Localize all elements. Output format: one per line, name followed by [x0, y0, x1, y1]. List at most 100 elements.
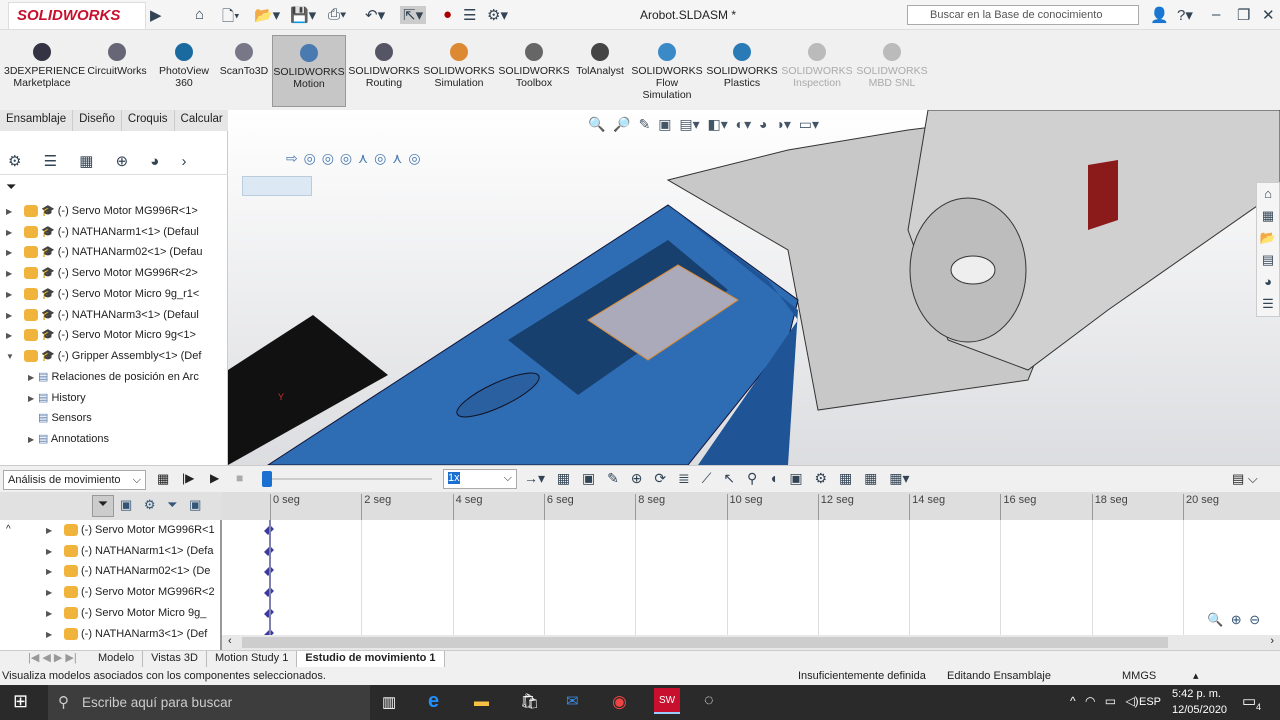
playback-slider[interactable] [262, 471, 272, 487]
ribbon-button-1[interactable]: CircuitWorks [82, 35, 152, 107]
expand-icon[interactable]: ▶ [46, 562, 56, 581]
tab-ensamblaje[interactable]: Ensamblaje [0, 110, 74, 131]
timeline[interactable]: 0 seg 2 seg 4 seg 6 seg 8 seg 10 seg 12 seg 14 … [222, 492, 1280, 650]
play-from-start-icon[interactable]: |▶ [182, 471, 194, 485]
tab-dise-o[interactable]: Diseño [73, 110, 122, 131]
rebuild-icon[interactable]: ● [443, 6, 452, 23]
open-file-icon[interactable]: 📂▾ [254, 6, 280, 24]
bottom-tab[interactable]: Modelo [90, 651, 144, 667]
units-select[interactable]: MMGS [1122, 667, 1156, 685]
ribbon-button-9[interactable]: SOLIDWORKS Flow Simulation [630, 35, 704, 107]
tree-subitem[interactable]: ▤ Sensors [0, 408, 214, 428]
store-icon[interactable]: 🛍 [520, 692, 539, 710]
language-indicator[interactable]: ESP [1139, 696, 1161, 708]
windows-start-icon[interactable]: ⊞ [13, 691, 28, 712]
ribbon-button-6[interactable]: SOLIDWORKS Simulation [422, 35, 496, 107]
knowledge-base-search[interactable]: Buscar en la Base de conocimiento [907, 5, 1139, 25]
panel-tabs[interactable]: ⚙ ☰ ▦ ⊕ ◕ › [0, 149, 228, 175]
expand-icon[interactable]: ▶ [6, 285, 16, 304]
minimize-icon[interactable]: – [1212, 6, 1220, 23]
new-file-icon[interactable]: 🗋▾ [222, 6, 240, 31]
motion-tree-item[interactable]: ▶ (-) NATHANarm02<1> (De [0, 561, 218, 581]
motion-tree-item[interactable]: ▶ (-) Servo Motor Micro 9g_ [0, 603, 218, 623]
ribbon-button-12[interactable]: SOLIDWORKS MBD SNL [855, 35, 929, 107]
tree-item[interactable]: ▶ 🎓 (-) Servo Motor MG996R<2> [0, 263, 214, 283]
ribbon-button-0[interactable]: 3DEXPERIENCE Marketplace [4, 35, 85, 107]
motion-tree-item[interactable]: ▶ (-) Servo Motor MG996R<1 [0, 520, 218, 540]
tab-scroll-arrows[interactable]: |◀ ◀ ▶ ▶| [28, 651, 77, 664]
tree-item[interactable]: ▶ 🎓 (-) Servo Motor Micro 9g<1> [0, 325, 214, 345]
solidworks-taskbar-icon[interactable]: SW [654, 688, 680, 714]
component-toolbar[interactable] [242, 176, 312, 196]
tree-subitem[interactable]: ▶ ▤ History [0, 388, 214, 408]
layout-icon[interactable]: ▤ ⌵ [1232, 471, 1258, 487]
tree-subitem[interactable]: ▶ ▤ Relaciones de posición en Arc [0, 367, 214, 387]
tree-item[interactable]: ▼ 🎓 (-) Gripper Assembly<1> (Def [0, 346, 214, 366]
tab-calcular[interactable]: Calcular [174, 110, 230, 131]
restore-icon[interactable]: ❐ [1237, 6, 1250, 24]
app-icon[interactable]: ◌ [704, 692, 714, 710]
expand-menu-icon[interactable]: ▶ [150, 6, 162, 24]
expand-icon[interactable]: ▶ [6, 264, 16, 283]
task-view-icon[interactable]: ▥ [382, 693, 396, 711]
ribbon-button-4[interactable]: SOLIDWORKS Motion [272, 35, 346, 107]
motion-tree-item[interactable]: ▶ (-) Servo Motor MG996R<2 [0, 582, 218, 602]
expand-icon[interactable]: ▼ [6, 347, 16, 366]
bottom-tab[interactable]: Vistas 3D [143, 651, 207, 667]
motion-tree-item[interactable]: ▶ (-) NATHANarm1<1> (Defa [0, 541, 218, 561]
user-icon[interactable]: 👤 [1150, 6, 1169, 24]
filter-animated-icon[interactable]: ⏷ [92, 495, 114, 517]
units-dropdown-icon[interactable]: ▴ [1193, 667, 1199, 685]
timeline-zoom-icons[interactable]: 🔍 ⊕ ⊖ [1207, 612, 1260, 628]
ribbon-button-11[interactable]: SOLIDWORKS Inspection [780, 35, 854, 107]
heads-up-view-toolbar[interactable]: 🔍 🔎 ✎ ▣ ▤▾ ◧▾ ◐▾ ◕ ◑▾ ▭▾ [588, 116, 819, 133]
expand-icon[interactable]: ▶ [28, 368, 38, 387]
mate-toolbar[interactable]: ⇨ ◎ ◎ ◎ ⋏ ◎ ⋏ ◎ [286, 150, 421, 167]
time-bar[interactable] [269, 520, 271, 635]
timeline-horizontal-scrollbar[interactable]: ‹ › [222, 635, 1280, 650]
calculate-icon[interactable]: ▦ [157, 471, 169, 487]
tree-item[interactable]: ▶ 🎓 (-) NATHANarm02<1> (Defau [0, 242, 214, 262]
bottom-tab[interactable]: Estudio de movimiento 1 [297, 651, 445, 667]
edge-icon[interactable]: e [428, 690, 439, 713]
system-tray-icons[interactable]: ^ ◠ ▭ ◁) [1070, 694, 1139, 708]
ribbon-button-10[interactable]: SOLIDWORKS Plastics [705, 35, 779, 107]
mail-icon[interactable]: ✉ [566, 692, 579, 710]
expand-icon[interactable]: ▶ [46, 583, 56, 602]
help-icon[interactable]: ?▾ [1177, 6, 1193, 24]
file-properties-icon[interactable]: ☰ [463, 6, 476, 24]
tree-item[interactable]: ▶ 🎓 (-) NATHANarm1<1> (Defaul [0, 222, 214, 242]
ribbon-button-2[interactable]: PhotoView 360 [152, 35, 216, 107]
clock-time[interactable]: 5:42 p. m. [1172, 688, 1221, 700]
play-icon[interactable]: ▶ [210, 471, 219, 485]
graphics-viewport[interactable]: Y 🔍 🔎 ✎ ▣ ▤▾ ◧▾ ◐▾ ◕ ◑▾ ▭▾ ⇨ ◎ ◎ ◎ ⋏ ◎ ⋏… [228, 110, 1280, 465]
expand-icon[interactable]: ▶ [46, 542, 56, 561]
options-gear-icon[interactable]: ⚙▾ [487, 6, 508, 24]
expand-icon[interactable]: ▶ [46, 625, 56, 644]
clock-date[interactable]: 12/05/2020 [1172, 704, 1227, 716]
expand-icon[interactable]: ▶ [6, 243, 16, 262]
expand-icon[interactable]: ▶ [6, 202, 16, 221]
save-icon[interactable]: 💾▾ [290, 6, 316, 24]
solidworks-logo[interactable]: SOLIDWORKS [8, 2, 146, 30]
home-icon[interactable]: ⌂ [195, 6, 204, 23]
chrome-icon[interactable]: ◉ [612, 692, 627, 712]
expand-icon[interactable]: ▶ [28, 389, 38, 408]
undo-icon[interactable]: ↶▾ [365, 6, 385, 24]
tree-item[interactable]: ▶ 🎓 (-) NATHANarm3<1> (Defaul [0, 305, 214, 325]
playback-speed-select[interactable]: 1x ⌵ [443, 469, 517, 489]
tree-item[interactable]: ▶ 🎓 (-) Servo Motor MG996R<1> [0, 201, 214, 221]
select-icon[interactable]: ⇱▾ [400, 6, 427, 24]
filter-icon[interactable]: ⏷ [6, 179, 16, 195]
print-icon[interactable]: ⎙▾ [328, 6, 346, 23]
expand-icon[interactable]: ▶ [46, 521, 56, 540]
motion-tools[interactable]: →▾ ▦ ▣ ✎ ⊕ ⟳ ≣ ⟋ ↖ ⚲ ◖ ▣ ⚙ ▦ ▦ ▦▾ [524, 470, 909, 487]
expand-icon[interactable]: ▶ [6, 306, 16, 325]
ribbon-button-3[interactable]: ScanTo3D [216, 35, 272, 107]
expand-icon[interactable]: ▶ [6, 326, 16, 345]
taskbar-search[interactable]: Escribe aquí para buscar [48, 685, 370, 720]
expand-icon[interactable]: ▶ [28, 430, 38, 449]
expand-icon[interactable]: ▶ [46, 604, 56, 623]
task-pane-tabs[interactable]: ⌂ ▦ 📂 ▤ ◕ ☰ [1256, 182, 1280, 317]
motion-tree-item[interactable]: ▶ (-) NATHANarm3<1> (Def [0, 624, 218, 644]
